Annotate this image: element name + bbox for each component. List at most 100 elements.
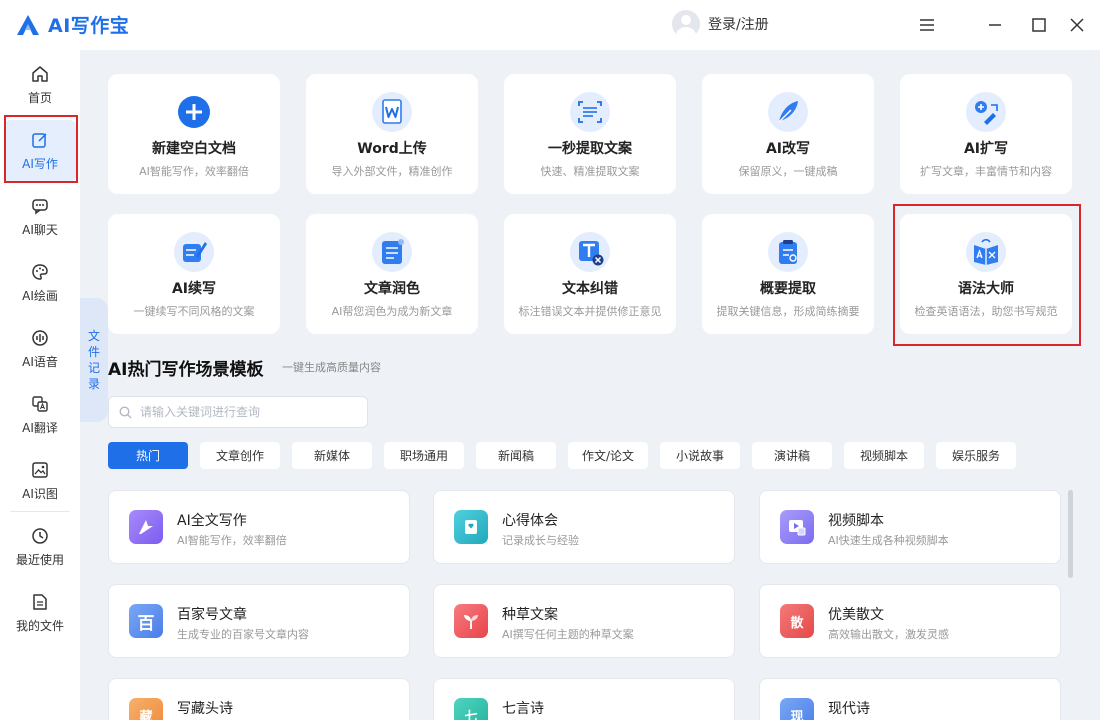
sidebar: 首页 AI写作 AI聊天 AI绘画 AI语音 AI翻译 AI识图 最近使用 我的… bbox=[0, 50, 80, 720]
summary-icon bbox=[766, 230, 810, 274]
sidebar-item-label: AI绘画 bbox=[22, 288, 58, 303]
video-script-icon bbox=[780, 510, 814, 544]
tool-card-polish[interactable]: 文章润色 AI帮您润色为成为新文章 bbox=[306, 214, 478, 334]
tool-card-title: 一秒提取文案 bbox=[548, 141, 632, 157]
sidebar-item-label: 我的文件 bbox=[15, 618, 64, 633]
image-recognize-icon bbox=[32, 461, 48, 478]
app-logo: AI写作宝 bbox=[16, 11, 129, 38]
grammar-book-icon bbox=[964, 230, 1008, 274]
template-card-baijiahao[interactable]: 百 百家号文章 生成专业的百家号文章内容 bbox=[108, 584, 410, 658]
tool-card-word-upload[interactable]: Word上传 导入外部文件，精准创作 bbox=[306, 74, 478, 194]
minimize-icon[interactable] bbox=[985, 15, 1005, 35]
tool-card-desc: 提取关键信息，形成简练摘要 bbox=[716, 305, 860, 318]
sidebar-item-my-files[interactable]: 我的文件 bbox=[4, 582, 76, 644]
doc-record-label: 文件记录 bbox=[87, 329, 100, 391]
tool-card-title: 文章润色 bbox=[364, 281, 420, 297]
sidebar-item-recent[interactable]: 最近使用 bbox=[4, 516, 76, 578]
login-label: 登录/注册 bbox=[708, 17, 769, 33]
template-card-ai-full-write[interactable]: AI全文写作 AI智能写作，效率翻倍 bbox=[108, 490, 410, 564]
tool-card-desc: 快速、精准提取文案 bbox=[540, 165, 640, 178]
tool-card-ai-rewrite[interactable]: AI改写 保留原义，一键成稿 bbox=[702, 74, 874, 194]
maximize-icon[interactable] bbox=[1029, 15, 1049, 35]
template-card-seeding-copy[interactable]: 种草文案 AI撰写任何主题的种草文案 bbox=[433, 584, 735, 658]
history-icon bbox=[32, 527, 48, 544]
tab-entertainment[interactable]: 娱乐服务 bbox=[936, 442, 1016, 469]
tab-new-media[interactable]: 新媒体 bbox=[292, 442, 372, 469]
tab-speech[interactable]: 演讲稿 bbox=[752, 442, 832, 469]
feather-icon bbox=[766, 90, 810, 134]
tab-press-release[interactable]: 新闻稿 bbox=[476, 442, 556, 469]
tab-video-script[interactable]: 视频脚本 bbox=[844, 442, 924, 469]
templates-subtitle: 一键生成高质量内容 bbox=[282, 361, 381, 374]
search-icon bbox=[119, 405, 132, 418]
template-desc: AI智能写作，效率翻倍 bbox=[177, 534, 287, 547]
template-card-modern-poem[interactable]: 现 现代诗 bbox=[759, 678, 1061, 720]
search-input[interactable] bbox=[140, 405, 360, 419]
tool-card-desc: 导入外部文件，精准创作 bbox=[331, 165, 453, 178]
doc-record-tab[interactable]: 文件记录 bbox=[80, 298, 108, 422]
sidebar-item-label: AI翻译 bbox=[22, 420, 58, 435]
close-icon[interactable] bbox=[1067, 15, 1087, 35]
tab-article[interactable]: 文章创作 bbox=[200, 442, 280, 469]
baijiahao-icon: 百 bbox=[129, 604, 163, 638]
template-desc: 记录成长与经验 bbox=[502, 534, 579, 547]
sprout-icon bbox=[454, 604, 488, 638]
continue-write-icon bbox=[172, 230, 216, 274]
template-title: 现代诗 bbox=[828, 701, 870, 717]
template-title: AI全文写作 bbox=[177, 513, 247, 529]
tool-card-grammar-master[interactable]: 语法大师 检查英语语法，助您书写规范 bbox=[900, 214, 1072, 334]
tool-card-text-correct[interactable]: 文本纠错 标注错误文本并提供修正意见 bbox=[504, 214, 676, 334]
sidebar-item-ai-translate[interactable]: AI翻译 bbox=[4, 384, 76, 446]
tool-card-ai-expand[interactable]: AI扩写 扩写文章，丰富情节和内容 bbox=[900, 74, 1072, 194]
logo-icon bbox=[17, 14, 39, 35]
tab-hot[interactable]: 热门 bbox=[108, 442, 188, 469]
templates-title: AI热门写作场景模板 bbox=[108, 360, 264, 380]
tool-card-title: Word上传 bbox=[357, 141, 427, 157]
sidebar-item-ai-chat[interactable]: AI聊天 bbox=[4, 186, 76, 248]
seven-char-poem-icon: 七 bbox=[454, 698, 488, 720]
sidebar-item-label: AI语音 bbox=[22, 354, 58, 369]
translate-icon bbox=[32, 395, 48, 412]
notebook-icon bbox=[454, 510, 488, 544]
edit-icon bbox=[32, 132, 47, 148]
tab-workplace[interactable]: 职场通用 bbox=[384, 442, 464, 469]
tool-card-desc: AI帮您润色为成为新文章 bbox=[331, 305, 453, 318]
tab-essay[interactable]: 作文/论文 bbox=[568, 442, 648, 469]
scrollbar[interactable] bbox=[1068, 490, 1073, 578]
prose-icon: 散 bbox=[780, 604, 814, 638]
template-card-seven-char-poem[interactable]: 七 七言诗 bbox=[433, 678, 735, 720]
template-title: 七言诗 bbox=[502, 701, 544, 717]
tool-card-extract-text[interactable]: 一秒提取文案 快速、精准提取文案 bbox=[504, 74, 676, 194]
sidebar-item-ai-image-recognize[interactable]: AI识图 bbox=[4, 450, 76, 512]
tool-card-title: 概要提取 bbox=[760, 281, 816, 297]
sidebar-item-ai-paint[interactable]: AI绘画 bbox=[4, 252, 76, 314]
template-title: 优美散文 bbox=[828, 607, 884, 623]
sidebar-item-label: 首页 bbox=[27, 90, 52, 105]
sidebar-item-label: AI写作 bbox=[22, 156, 58, 171]
tool-card-new-doc[interactable]: 新建空白文档 AI智能写作，效率翻倍 bbox=[108, 74, 280, 194]
template-title: 百家号文章 bbox=[177, 607, 247, 623]
sidebar-item-home[interactable]: 首页 bbox=[4, 54, 76, 116]
sidebar-item-label: AI识图 bbox=[22, 486, 58, 501]
tool-card-summary[interactable]: 概要提取 提取关键信息，形成简练摘要 bbox=[702, 214, 874, 334]
sidebar-item-ai-voice[interactable]: AI语音 bbox=[4, 318, 76, 380]
login-button[interactable]: 登录/注册 bbox=[672, 10, 769, 38]
sidebar-item-ai-write[interactable]: AI写作 bbox=[4, 120, 76, 182]
word-icon bbox=[370, 90, 414, 134]
home-icon bbox=[32, 65, 48, 82]
tab-novel[interactable]: 小说故事 bbox=[660, 442, 740, 469]
template-desc: AI撰写任何主题的种草文案 bbox=[502, 628, 634, 641]
tool-card-title: AI扩写 bbox=[963, 141, 1009, 157]
plus-circle-icon bbox=[172, 90, 216, 134]
ai-write-icon bbox=[129, 510, 163, 544]
tool-card-ai-continue[interactable]: AI续写 一键续写不同风格的文案 bbox=[108, 214, 280, 334]
template-card-acrostic-poem[interactable]: 藏 写藏头诗 bbox=[108, 678, 410, 720]
scan-text-icon bbox=[568, 90, 612, 134]
voice-icon bbox=[32, 329, 48, 346]
template-card-video-script[interactable]: 视频脚本 AI快速生成各种视频脚本 bbox=[759, 490, 1061, 564]
expand-write-icon bbox=[964, 90, 1008, 134]
tool-card-desc: 扩写文章，丰富情节和内容 bbox=[920, 165, 1052, 178]
template-card-prose[interactable]: 散 优美散文 高效输出散文，激发灵感 bbox=[759, 584, 1061, 658]
menu-icon[interactable] bbox=[917, 15, 937, 35]
template-card-reflection[interactable]: 心得体会 记录成长与经验 bbox=[433, 490, 735, 564]
